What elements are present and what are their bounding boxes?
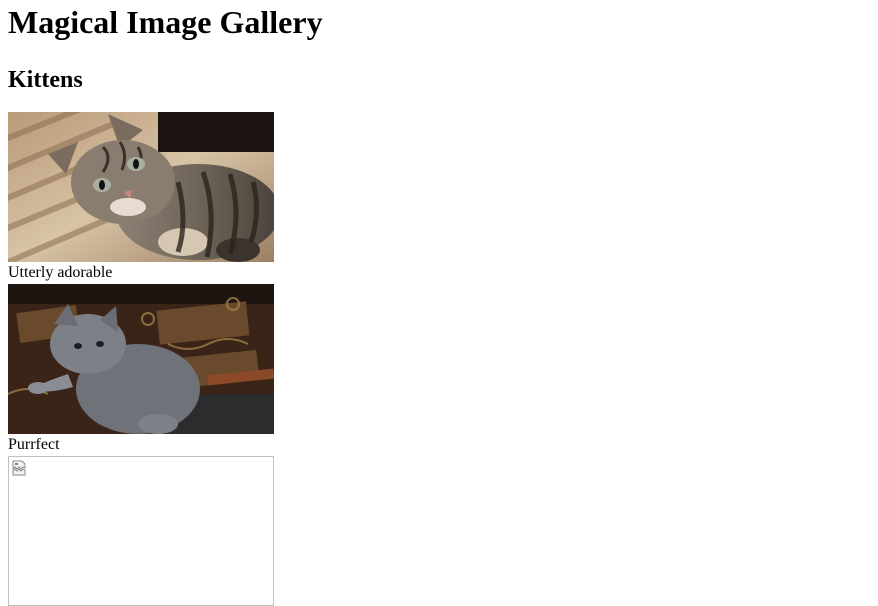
gallery-item: Utterly adorable xyxy=(8,112,870,284)
broken-image-icon xyxy=(12,460,26,476)
grey-kitten-photo xyxy=(8,284,274,434)
section-heading: Kittens xyxy=(8,67,83,93)
image-gallery: Utterly adorable Purrfect xyxy=(8,112,870,606)
image-caption: Utterly adorable xyxy=(8,264,113,281)
broken-image xyxy=(8,456,274,606)
page: Magical Image Gallery Kittens Utterly ad… xyxy=(0,0,878,606)
tabby-kitten-photo xyxy=(8,112,274,262)
image-caption: Purrfect xyxy=(8,436,60,453)
page-title: Magical Image Gallery xyxy=(8,4,323,40)
gallery-item: Purrfect xyxy=(8,284,870,456)
gallery-item xyxy=(8,456,870,606)
